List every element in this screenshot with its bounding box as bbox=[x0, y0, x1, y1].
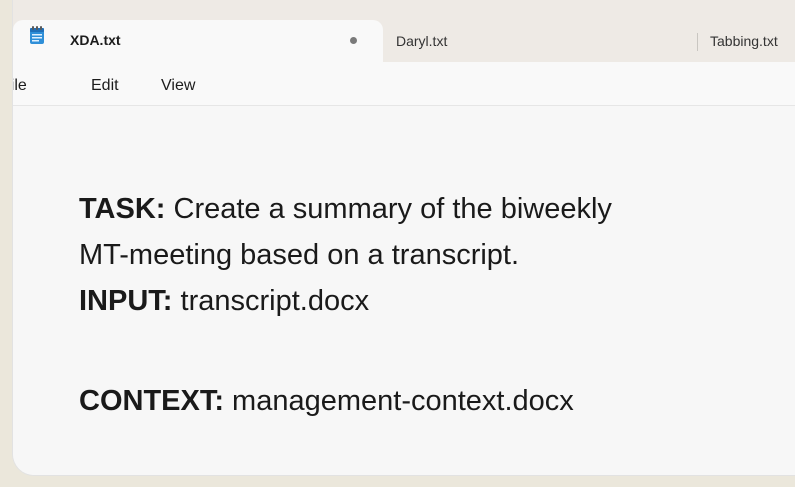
context-line: CONTEXT: management-context.docx bbox=[79, 384, 574, 418]
task-line-2: MT-meeting based on a transcript. bbox=[79, 238, 519, 272]
tab-tabbing-label: Tabbing.txt bbox=[710, 33, 778, 49]
menu-edit[interactable]: Edit bbox=[91, 77, 119, 95]
tab-daryl-label: Daryl.txt bbox=[396, 33, 448, 49]
tab-tabbing[interactable]: Tabbing.txt bbox=[698, 20, 795, 62]
menu-file[interactable]: File bbox=[13, 77, 27, 95]
tab-xda-label: XDA.txt bbox=[70, 32, 121, 48]
notepad-window: XDA.txt Daryl.txt Tabbing.txt File Edit … bbox=[12, 0, 795, 476]
notepad-icon bbox=[30, 26, 44, 44]
tab-xda[interactable]: XDA.txt bbox=[13, 20, 383, 62]
editor-text-area[interactable]: TASK: Create a summary of the biweekly M… bbox=[13, 106, 795, 475]
context-label: CONTEXT: bbox=[79, 385, 224, 417]
menu-bar: File Edit View bbox=[13, 62, 795, 106]
task-text-line2: MT-meeting based on a transcript. bbox=[79, 239, 520, 271]
menu-view[interactable]: View bbox=[161, 77, 195, 95]
unsaved-dot-icon bbox=[350, 37, 357, 44]
task-label: TASK: bbox=[79, 193, 166, 225]
input-line: INPUT: transcript.docx bbox=[79, 284, 369, 318]
input-label: INPUT: bbox=[79, 285, 173, 317]
tab-daryl[interactable]: Daryl.txt bbox=[383, 20, 697, 62]
tab-bar: XDA.txt Daryl.txt Tabbing.txt bbox=[13, 0, 795, 62]
task-line: TASK: Create a summary of the biweekly bbox=[79, 192, 612, 226]
context-text: management-context.docx bbox=[224, 385, 574, 417]
task-text-line1: Create a summary of the biweekly bbox=[165, 193, 612, 225]
input-text: transcript.docx bbox=[172, 285, 370, 317]
